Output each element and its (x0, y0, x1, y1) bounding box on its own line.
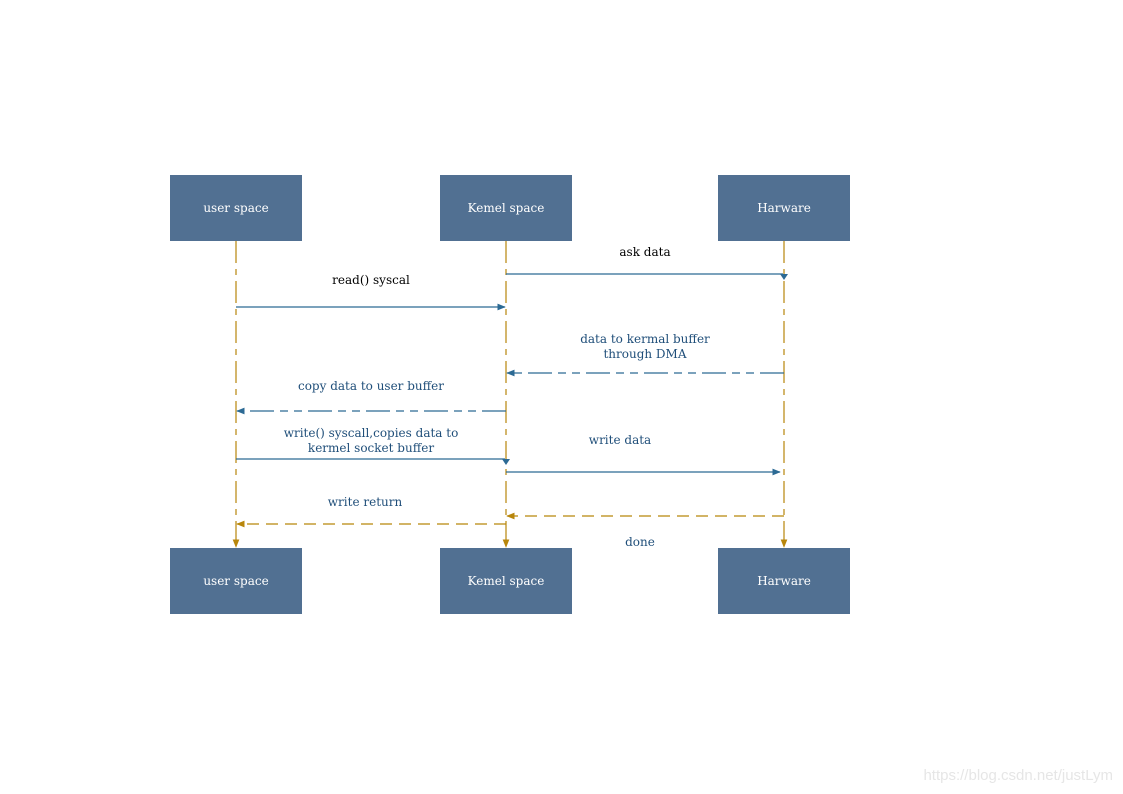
message-label: write() syscall,copies data to (284, 426, 459, 440)
participant-label: Kemel space (468, 574, 545, 588)
participant-box-hw-bottom: Harware (718, 548, 850, 614)
participant-box-kernel-top: Kemel space (440, 175, 572, 241)
participant-box-kernel-bottom: Kemel space (440, 548, 572, 614)
message-label: kermel socket buffer (308, 441, 434, 455)
participant-label: user space (203, 201, 268, 215)
participant-box-user-top: user space (170, 175, 302, 241)
message-label: read() syscal (332, 273, 410, 287)
sequence-diagram: ask data read() syscal data to kermal buff… (170, 175, 850, 614)
arrow-head (502, 459, 510, 465)
participant-box-hw-top: Harware (718, 175, 850, 241)
message-dma-to-kernel: data to kermal bufferthrough DMA (506, 332, 784, 377)
participant-box-user-bottom: user space (170, 548, 302, 614)
watermark: https://blog.csdn.net/justLym (923, 767, 1113, 784)
message-read-syscall: read() syscal (236, 273, 506, 311)
message-done: done (506, 512, 784, 549)
message-label: write return (328, 495, 403, 509)
message-label: copy data to user buffer (298, 379, 444, 393)
message-write-data: write data (506, 433, 781, 476)
participant-label: Harware (757, 574, 811, 588)
message-label: ask data (619, 245, 670, 259)
participant-label: Harware (757, 201, 811, 215)
message-label: through DMA (603, 347, 686, 361)
message-label: data to kermal buffer (580, 332, 710, 346)
arrow-head (780, 274, 788, 280)
message-ask-data: ask data (506, 245, 788, 280)
message-label: done (625, 535, 655, 549)
participant-label: Kemel space (468, 201, 545, 215)
message-write-return: write return (236, 495, 506, 528)
participant-label: user space (203, 574, 268, 588)
message-label: write data (589, 433, 651, 447)
message-write-syscall: write() syscall,copies data tokermel soc… (236, 426, 510, 465)
message-copy-to-user: copy data to user buffer (236, 379, 506, 415)
